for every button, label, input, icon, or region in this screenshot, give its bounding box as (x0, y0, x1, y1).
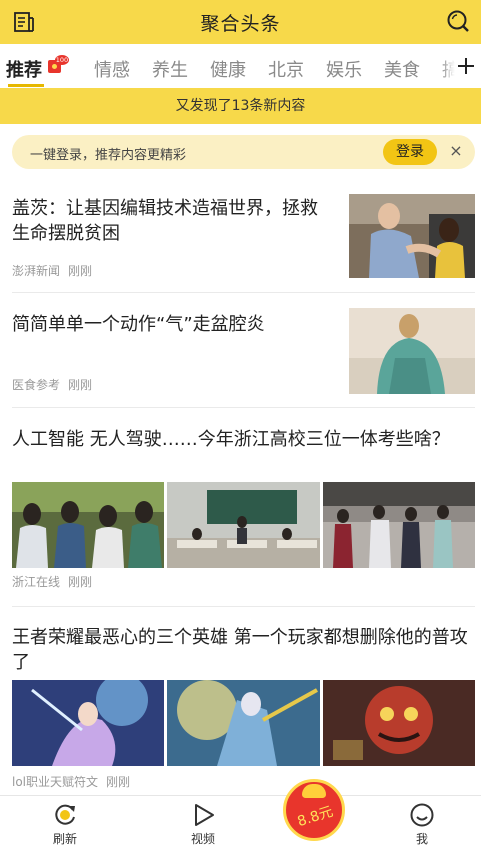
refresh-icon (55, 804, 75, 825)
tab-beijing[interactable]: 北京 (268, 56, 304, 82)
article-thumbnail-gates[interactable] (349, 194, 475, 278)
article-image-hero-2[interactable] (167, 680, 320, 766)
new-content-notice: 又发现了13条新内容 (0, 88, 481, 124)
add-channel-icon[interactable] (455, 54, 477, 78)
tab-recommend[interactable]: 推荐 (6, 56, 42, 82)
nav-refresh[interactable]: 刷新 (35, 802, 95, 847)
article-image-students[interactable] (12, 482, 164, 568)
article-source: 澎湃新闻 (12, 264, 61, 278)
nav-me[interactable]: 我 (392, 802, 452, 847)
active-tab-indicator (8, 84, 44, 87)
article-meta: 医食参考 刚刚 (12, 376, 100, 393)
divider (12, 292, 475, 293)
nav-video-label: 视频 (190, 832, 215, 846)
nav-refresh-label: 刷新 (52, 832, 77, 846)
article-thumbnail-woman[interactable] (349, 308, 475, 394)
article-title[interactable]: 王者荣耀最恶心的三个英雄 第一个玩家都想删除他的普攻了 (12, 625, 475, 675)
top-header: 聚合头条 (0, 0, 481, 44)
tabs-fade (441, 44, 455, 88)
article-source: lol职业天赋符文 (12, 775, 99, 789)
login-prompt: 一键登录，推荐内容更精彩 登录 × (12, 135, 475, 169)
tab-food[interactable]: 美食 (384, 56, 420, 82)
tab-wellness[interactable]: 养生 (152, 56, 188, 82)
search-icon[interactable] (445, 8, 471, 34)
article-meta: 澎湃新闻 刚刚 (12, 262, 100, 279)
video-play-icon (195, 804, 214, 826)
close-prompt-icon[interactable]: × (446, 141, 466, 161)
hot-badge-icon: 100 (48, 55, 69, 73)
article-time: 刚刚 (68, 575, 93, 589)
tab-health[interactable]: 健康 (210, 56, 246, 82)
red-packet-button[interactable]: 8.8元 (283, 779, 345, 841)
article-title[interactable]: 盖茨：让基因编辑技术造福世界，拯救生命摆脱贫困 (12, 196, 334, 246)
article-image-hero-3[interactable] (323, 680, 475, 766)
article-image-classroom[interactable] (167, 482, 320, 568)
article-time: 刚刚 (68, 378, 93, 392)
article-meta: 浙江在线 刚刚 (12, 573, 100, 590)
nav-video[interactable]: 视频 (173, 802, 233, 847)
article-image-campus[interactable] (323, 482, 475, 568)
article-title[interactable]: 人工智能 无人驾驶……今年浙江高校三位一体考些啥？ (12, 427, 475, 452)
article-image-hero-1[interactable] (12, 680, 164, 766)
article-item[interactable]: 王者荣耀最恶心的三个英雄 第一个玩家都想删除他的普攻了 lol职业天赋符文 刚刚 (12, 625, 475, 793)
nav-me-label: 我 (415, 832, 428, 846)
article-item[interactable]: 盖茨：让基因编辑技术造福世界，拯救生命摆脱贫困 澎湃新闻 刚刚 (12, 194, 475, 290)
article-item[interactable]: 简简单单一个动作“气”走盆腔炎 医食参考 刚刚 (12, 308, 475, 398)
tab-emotion[interactable]: 情感 (94, 56, 130, 82)
login-button[interactable]: 登录 (383, 139, 437, 165)
category-tabs: 推荐 100 情感 养生 健康 北京 娱乐 美食 搞 (0, 44, 481, 88)
article-time: 刚刚 (68, 264, 93, 278)
article-title[interactable]: 简简单单一个动作“气”走盆腔炎 (12, 312, 334, 337)
divider (12, 407, 475, 408)
profile-face-icon (410, 803, 434, 827)
article-source: 浙江在线 (12, 575, 61, 589)
app-title: 聚合头条 (200, 13, 281, 35)
article-meta: lol职业天赋符文 刚刚 (12, 773, 138, 790)
tab-entertainment[interactable]: 娱乐 (326, 56, 362, 82)
article-time: 刚刚 (106, 775, 131, 789)
coin-icon (302, 784, 326, 798)
bottom-navigation: 刷新 视频 我 (0, 795, 481, 849)
divider (12, 606, 475, 607)
login-prompt-text: 一键登录，推荐内容更精彩 (30, 148, 187, 163)
svg-text:100: 100 (56, 56, 68, 64)
article-item[interactable]: 人工智能 无人驾驶……今年浙江高校三位一体考些啥？ 浙江在线 刚刚 (12, 427, 475, 597)
red-packet-amount: 8.8元 (295, 803, 336, 831)
article-source: 医食参考 (12, 378, 61, 392)
